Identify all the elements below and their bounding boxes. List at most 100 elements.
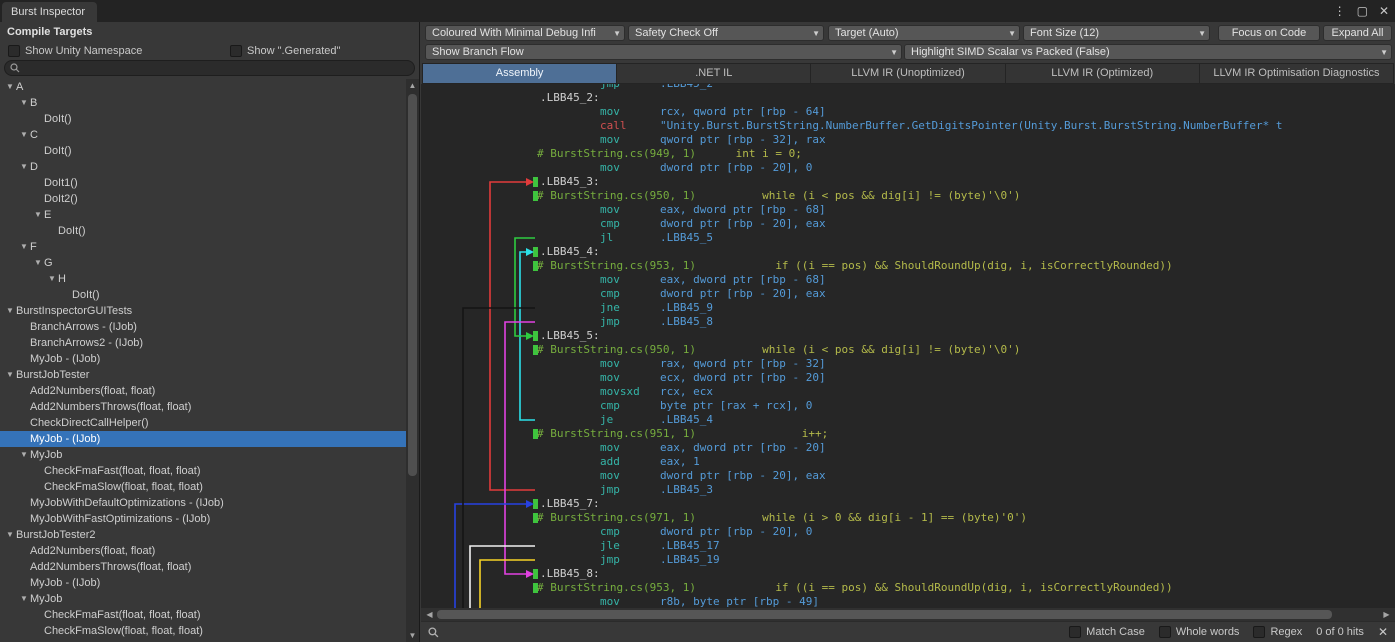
expander-triangle-icon[interactable]: ▼ (18, 239, 30, 255)
scrollbar-thumb[interactable] (408, 94, 417, 476)
tree-item[interactable]: CheckFmaSlow(float, float, float) (0, 623, 406, 639)
close-find-icon[interactable]: ✕ (1378, 625, 1388, 639)
tree-item[interactable]: CheckFmaFast(float, float, float) (0, 607, 406, 623)
expander-triangle-icon[interactable]: ▼ (18, 95, 30, 111)
tab-assembly[interactable]: Assembly (422, 63, 617, 84)
checkbox-box[interactable] (8, 45, 20, 57)
tab-llvm-ir-unoptimized-[interactable]: LLVM IR (Unoptimized) (811, 63, 1005, 84)
branch-flow-dropdown[interactable]: Show Branch Flow ▼ (425, 44, 902, 60)
tab-llvm-ir-optimized-[interactable]: LLVM IR (Optimized) (1006, 63, 1200, 84)
tree-item[interactable]: DoIt1() (0, 175, 406, 191)
code-line: movecx, dword ptr [rbp - 20] (426, 371, 1395, 385)
tree-item-label: BranchArrows2 - (IJob) (30, 335, 143, 351)
expander-triangle-icon[interactable]: ▼ (46, 271, 58, 287)
asm-opcode: mov (600, 133, 620, 147)
code-line: jmp.LBB45_3 (426, 483, 1395, 497)
tree-item[interactable]: CheckFmaSlow(float, float, float) (0, 479, 406, 495)
tree-item[interactable]: ▼B (0, 95, 406, 111)
scroll-left-icon[interactable]: ◀ (423, 608, 436, 621)
tree-item[interactable]: MyJobWithFastOptimizations - (IJob) (0, 511, 406, 527)
find-input[interactable] (453, 625, 1055, 640)
tree-item[interactable]: ▼MyJob (0, 447, 406, 463)
show-unity-namespace-checkbox[interactable]: Show Unity Namespace (8, 45, 142, 57)
tree-item[interactable]: MyJobWithDefaultOptimizations - (IJob) (0, 495, 406, 511)
target-search-input[interactable] (4, 60, 415, 76)
scroll-down-icon[interactable]: ▼ (406, 629, 419, 642)
window-tab[interactable]: Burst Inspector (2, 2, 97, 22)
tree-item[interactable]: ▼G (0, 255, 406, 271)
expander-triangle-icon[interactable]: ▼ (18, 591, 30, 607)
tree-item[interactable]: DoIt2() (0, 191, 406, 207)
expander-triangle-icon[interactable]: ▼ (32, 207, 44, 223)
expander-triangle-icon[interactable]: ▼ (4, 303, 16, 319)
tree-item[interactable]: Add2Numbers(float, float) (0, 383, 406, 399)
tree-item[interactable]: ▼F (0, 239, 406, 255)
tree-item[interactable]: ▼C (0, 127, 406, 143)
tree-item[interactable]: MyJob - (IJob) (0, 431, 406, 447)
safety-check-dropdown[interactable]: Safety Check Off ▼ (628, 25, 824, 41)
expander-triangle-icon[interactable]: ▼ (18, 159, 30, 175)
tree-item[interactable]: ▼E (0, 207, 406, 223)
tree-item[interactable]: CheckFmaFast(float, float, float) (0, 463, 406, 479)
whole-words-checkbox[interactable]: Whole words (1159, 626, 1240, 638)
tree-item[interactable]: Add2NumbersThrows(float, float) (0, 399, 406, 415)
scroll-right-icon[interactable]: ▶ (1380, 608, 1393, 621)
tree-item[interactable]: DoIt() (0, 287, 406, 303)
maximize-icon[interactable]: ▢ (1357, 4, 1368, 18)
asm-operands: .LBB45_8 (660, 315, 713, 329)
asm-opcode: jl (600, 231, 613, 245)
font-size-dropdown[interactable]: Font Size (12) ▼ (1023, 25, 1210, 41)
expander-triangle-icon[interactable]: ▼ (18, 447, 30, 463)
tree-item[interactable]: CheckDirectCallHelper() (0, 415, 406, 431)
simd-highlight-dropdown[interactable]: Highlight SIMD Scalar vs Packed (False) … (904, 44, 1392, 60)
tree-item[interactable]: DoIt() (0, 111, 406, 127)
tree-item-label: DoIt2() (44, 191, 78, 207)
window-menu-icon[interactable]: ⋮ (1334, 4, 1346, 18)
tree-item[interactable]: DoIt() (0, 223, 406, 239)
tree-item[interactable]: ▼BurstInspectorGUITests (0, 303, 406, 319)
expander-triangle-icon[interactable]: ▼ (18, 127, 30, 143)
tree-item-label: MyJob - (IJob) (30, 575, 100, 591)
hscrollbar-thumb[interactable] (437, 610, 1332, 619)
close-icon[interactable]: ✕ (1379, 4, 1389, 18)
checkbox-box[interactable] (230, 45, 242, 57)
expander-triangle-icon[interactable]: ▼ (4, 79, 16, 95)
tree-scrollbar[interactable]: ▲ ▼ (406, 79, 419, 642)
tree-item[interactable]: ▼BurstJobTester2 (0, 527, 406, 543)
tree-item-label: C (30, 127, 38, 143)
checkbox-box[interactable] (1159, 626, 1171, 638)
tree-item[interactable]: ▼D (0, 159, 406, 175)
show-generated-checkbox[interactable]: Show ".Generated" (230, 45, 340, 57)
assembly-code-view[interactable]: jmp.LBB45_2.LBB45_2:movrcx, qword ptr [r… (421, 84, 1395, 608)
checkbox-box[interactable] (1253, 626, 1265, 638)
tree-item[interactable]: ▼A (0, 79, 406, 95)
chevron-down-icon: ▼ (890, 45, 898, 60)
expander-triangle-icon[interactable]: ▼ (4, 527, 16, 543)
tab-llvm-ir-optimisation-diagnostics[interactable]: LLVM IR Optimisation Diagnostics (1200, 63, 1394, 84)
code-hscrollbar[interactable]: ◀ ▶ (421, 608, 1395, 621)
checkbox-box[interactable] (1069, 626, 1081, 638)
regex-checkbox[interactable]: Regex (1253, 626, 1302, 638)
tree-item[interactable]: MyJob - (IJob) (0, 351, 406, 367)
code-line: # BurstString.cs(953, 1)if ((i == pos) &… (426, 259, 1395, 273)
tree-item-label: DoIt() (72, 287, 100, 303)
target-dropdown[interactable]: Target (Auto) ▼ (828, 25, 1020, 41)
match-case-checkbox[interactable]: Match Case (1069, 626, 1145, 638)
dropdown-label: Safety Check Off (635, 27, 718, 39)
expander-triangle-icon[interactable]: ▼ (4, 367, 16, 383)
tree-item[interactable]: ▼BurstJobTester (0, 367, 406, 383)
tree-item[interactable]: BranchArrows - (IJob) (0, 319, 406, 335)
tree-item[interactable]: DoIt() (0, 143, 406, 159)
expand-all-button[interactable]: Expand All (1323, 25, 1392, 41)
scroll-up-icon[interactable]: ▲ (406, 79, 419, 92)
tree-item[interactable]: MyJob - (IJob) (0, 575, 406, 591)
focus-on-code-button[interactable]: Focus on Code (1218, 25, 1320, 41)
debug-info-dropdown[interactable]: Coloured With Minimal Debug Infi ▼ (425, 25, 625, 41)
tree-item[interactable]: Add2Numbers(float, float) (0, 543, 406, 559)
expander-triangle-icon[interactable]: ▼ (32, 255, 44, 271)
tree-item[interactable]: BranchArrows2 - (IJob) (0, 335, 406, 351)
tree-item[interactable]: ▼H (0, 271, 406, 287)
tab--net-il[interactable]: .NET IL (617, 63, 811, 84)
tree-item[interactable]: ▼MyJob (0, 591, 406, 607)
tree-item[interactable]: Add2NumbersThrows(float, float) (0, 559, 406, 575)
